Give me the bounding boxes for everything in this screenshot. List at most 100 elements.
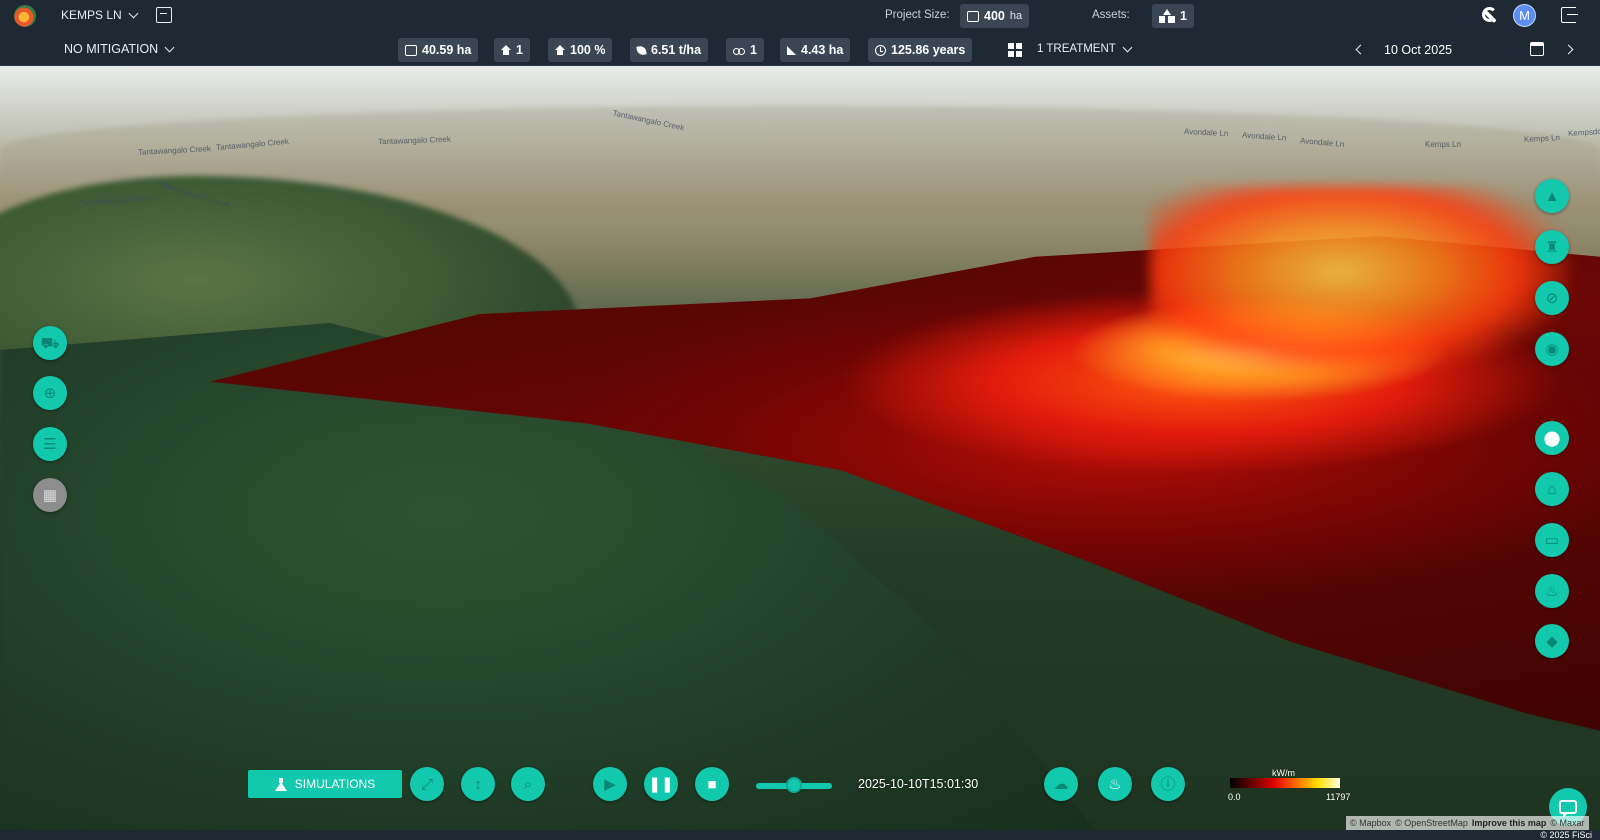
mitigation-selector[interactable]: NO MITIGATION: [64, 42, 175, 56]
layers-grid-button[interactable]: ▦: [33, 478, 67, 512]
tower-button[interactable]: ♜: [1535, 230, 1569, 264]
wrench-icon[interactable]: [1481, 6, 1499, 24]
project-selector[interactable]: KEMPS LN: [61, 8, 139, 22]
mapbox-link[interactable]: © Mapbox: [1350, 818, 1391, 828]
layers-icon: ◆: [1546, 632, 1558, 650]
home-icon: ⌂: [1547, 480, 1557, 498]
fire-layer-button[interactable]: ♨: [1098, 767, 1132, 801]
treatment-label: 1 TREATMENT: [1037, 43, 1116, 55]
assets-badge: 1: [1152, 4, 1194, 28]
house-icon: [501, 45, 511, 55]
logout-icon[interactable]: [1561, 7, 1578, 23]
fire-icon: ♨: [1545, 582, 1559, 600]
treatment-selector[interactable]: 1 TREATMENT: [1037, 42, 1133, 55]
stat-value: 40.59 ha: [422, 43, 472, 57]
cloud-icon: ☁: [1053, 775, 1069, 793]
osm-link[interactable]: © OpenStreetMap: [1395, 818, 1468, 828]
expand-icon: ⤢: [420, 775, 433, 793]
stat-value: 6.51 t/ha: [651, 43, 702, 57]
chevron-down-icon: [128, 8, 139, 18]
no-sync-button[interactable]: ⊘: [1535, 281, 1569, 315]
vertical-expand-button[interactable]: ↕: [461, 767, 495, 801]
area-icon: [405, 44, 417, 56]
stat-houses: 1: [494, 38, 530, 62]
location-pin-button[interactable]: ⬤: [1535, 421, 1569, 455]
stat-house-loss: 100 %: [548, 38, 613, 62]
stop-button[interactable]: ■: [695, 767, 729, 801]
exit-project-icon[interactable]: [156, 7, 172, 23]
app-logo[interactable]: [14, 5, 36, 27]
map-label: Kemps Ln: [1425, 140, 1462, 149]
simulations-label: SIMULATIONS: [294, 777, 376, 791]
assets-button[interactable]: ⌂: [1535, 472, 1569, 506]
map-attribution: © Mapbox © OpenStreetMap Improve this ma…: [1346, 816, 1589, 830]
project-size-unit: ha: [1009, 10, 1023, 22]
stat-burnt-area: 40.59 ha: [398, 38, 479, 62]
footer-bar: [0, 830, 1600, 840]
assets-label: Assets:: [1092, 9, 1130, 21]
report-icon: ▭: [1544, 531, 1560, 549]
house-percent-icon: [555, 45, 565, 55]
stat-value: 4.43 ha: [801, 43, 844, 57]
stop-icon: ■: [707, 775, 717, 793]
expand-button[interactable]: ⤢: [410, 767, 444, 801]
stat-return-period: 125.86 years: [868, 38, 973, 62]
edit-list-button[interactable]: ☰: [33, 427, 67, 461]
info-icon: ⓘ: [1160, 775, 1176, 793]
pause-button[interactable]: ❚❚: [644, 767, 678, 801]
maxar-link[interactable]: © Maxar: [1550, 818, 1584, 828]
stat-vehicles: 1: [726, 38, 764, 62]
play-icon: ▶: [604, 775, 616, 793]
plus-circle-icon: ⊕: [43, 384, 57, 402]
map-3d-view[interactable]: Tantawangalo Creek Tantawangalo Creek Ta…: [0, 66, 1600, 830]
flask-icon: [274, 777, 287, 791]
layers-button[interactable]: ◆: [1535, 624, 1569, 658]
play-button[interactable]: ▶: [593, 767, 627, 801]
vehicle-icon: ⛟: [40, 334, 60, 352]
grid-icon[interactable]: [1008, 43, 1022, 57]
stat-value: 1: [516, 43, 523, 57]
improve-map-link[interactable]: Improve this map: [1472, 818, 1547, 828]
chevron-down-icon: [164, 42, 175, 52]
pause-icon: ❚❚: [648, 775, 674, 793]
mitigation-label: NO MITIGATION: [64, 42, 159, 56]
map-label: Kempsdo: [1567, 126, 1600, 139]
simulation-timestamp: 2025-10-10T15:01:30: [858, 777, 979, 791]
chevron-down-icon: [1122, 42, 1133, 52]
cloud-button[interactable]: ☁: [1044, 767, 1078, 801]
edit-list-icon: ☰: [43, 435, 57, 453]
vertical-arrows-icon: ↕: [474, 775, 482, 793]
tower-icon: ♜: [1545, 238, 1559, 256]
no-sync-icon: ⊘: [1545, 289, 1559, 307]
slope-area-icon: [787, 45, 796, 55]
calendar-icon[interactable]: [1530, 42, 1544, 56]
clock-icon: [875, 44, 886, 56]
stat-value: 1: [750, 43, 757, 57]
top-bar: [0, 0, 1600, 32]
fire-hotspot: [1150, 186, 1570, 376]
stat-value: 100 %: [570, 43, 606, 57]
fire-button[interactable]: ♨: [1535, 574, 1569, 608]
flame-icon: ♨: [1108, 775, 1122, 793]
stat-fuel-load: 6.51 t/ha: [630, 38, 709, 62]
project-size-label: Project Size:: [885, 9, 950, 21]
info-button[interactable]: ⓘ: [1151, 767, 1185, 801]
fire-intensity-legend: [1230, 778, 1340, 788]
current-date: 10 Oct 2025: [1384, 43, 1453, 57]
terrain-button[interactable]: ▲: [1535, 179, 1569, 213]
mountain-icon: ▲: [1544, 187, 1560, 205]
assets-value: 1: [1180, 9, 1187, 23]
vehicle-icon: [733, 46, 745, 55]
camera-button[interactable]: ◉: [1535, 332, 1569, 366]
vehicle-tool-button[interactable]: ⛟: [33, 326, 67, 360]
zoom-button[interactable]: ⌕: [511, 767, 545, 801]
project-name: KEMPS LN: [61, 8, 122, 22]
user-avatar[interactable]: M: [1513, 4, 1536, 27]
simulations-button[interactable]: SIMULATIONS: [248, 770, 402, 798]
add-point-button[interactable]: ⊕: [33, 376, 67, 410]
stat-value: 125.86 years: [891, 43, 966, 57]
chat-icon: [1559, 800, 1577, 818]
report-button[interactable]: ▭: [1535, 523, 1569, 557]
playback-slider-handle[interactable]: [786, 777, 802, 793]
search-icon: ⌕: [523, 775, 533, 793]
